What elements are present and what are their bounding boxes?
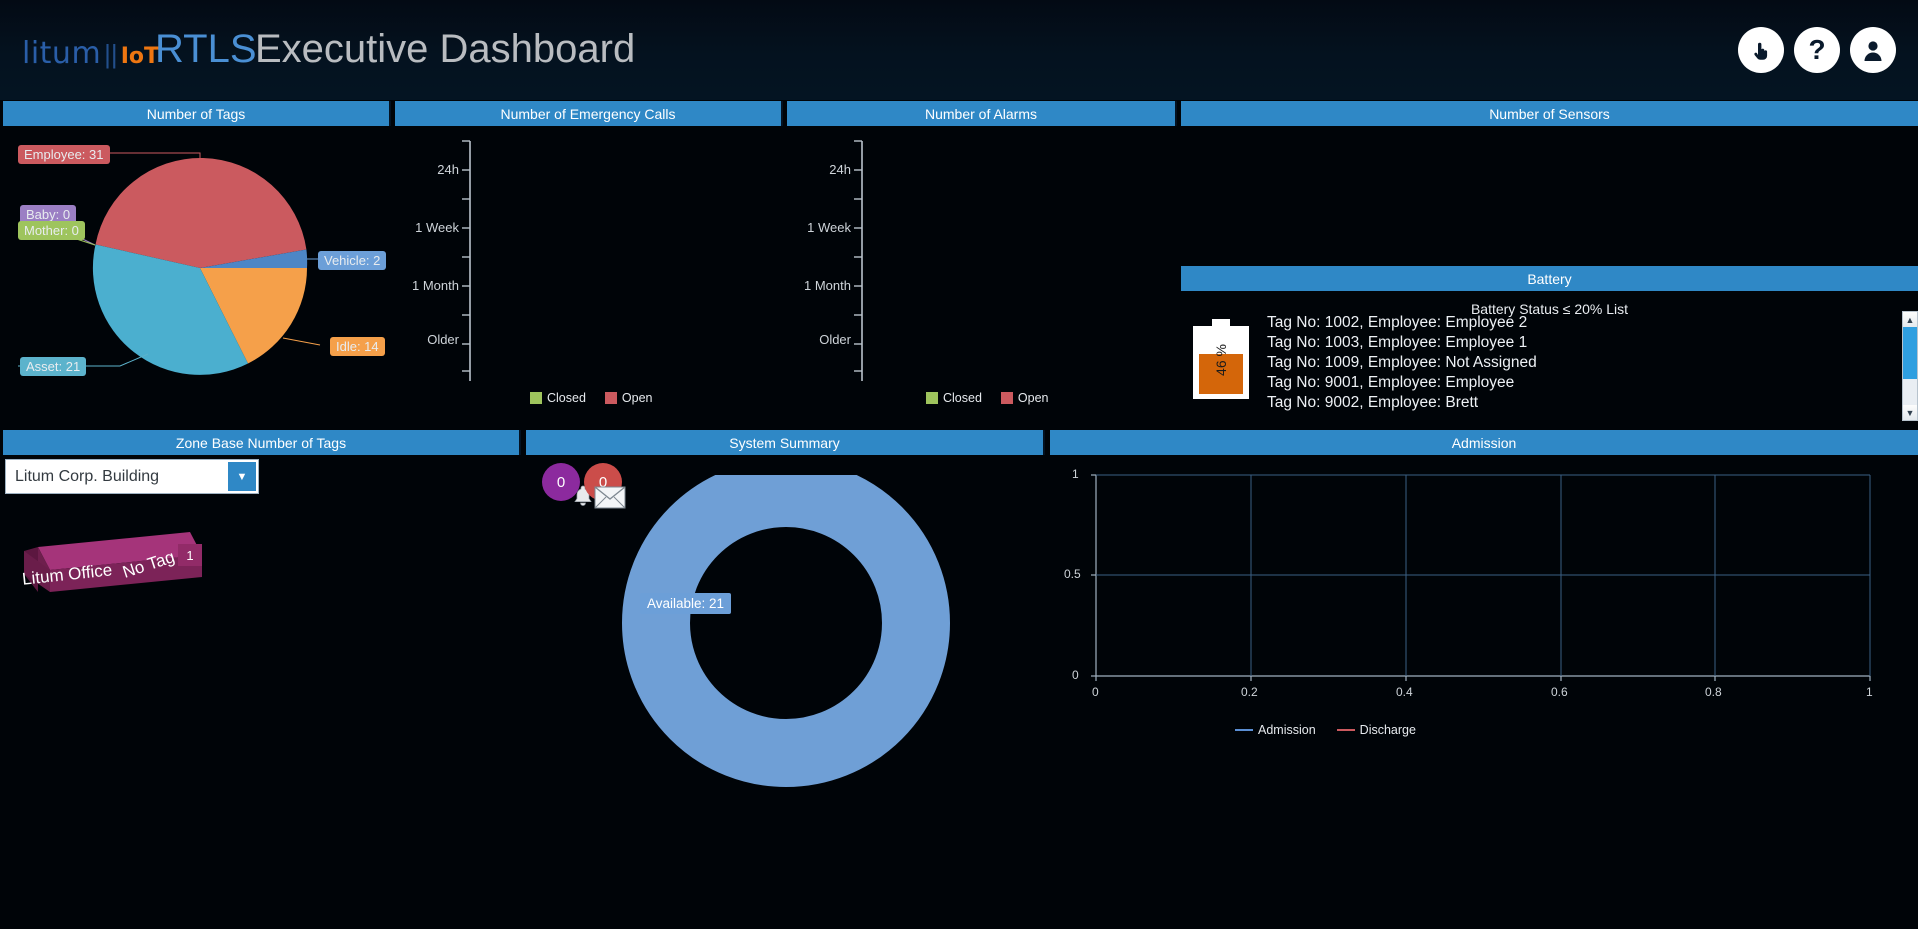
system-summary-panel: 0 0 Available: 21 [526, 455, 1045, 929]
chevron-down-icon[interactable]: ▼ [228, 462, 256, 491]
legend-line-discharge [1336, 728, 1355, 732]
legend-item-admission: Admission [1235, 723, 1316, 737]
battery-list-scrollbar[interactable]: ▲ ▼ [1902, 311, 1918, 421]
donut-tooltip: Available: 21 [640, 593, 732, 614]
app-header: litum || IoT RTLS Executive Dashboard ? [0, 0, 1918, 100]
alarms-ytick-1month: 1 Month [804, 278, 851, 293]
logo-iot-text: IoT [120, 44, 159, 69]
emergency-calls-panel: 24h 1 Week 1 Month Older Closed Open [395, 126, 783, 426]
alarms-ytick-1week: 1 Week [807, 220, 851, 235]
zone-building-select[interactable]: Litum Corp. Building ▼ [5, 459, 259, 494]
pie-label-mother: Mother: 0 [18, 221, 85, 240]
page-title: Executive Dashboard [255, 27, 636, 71]
legend-line-admission [1235, 728, 1253, 732]
dashboard-root: litum || IoT RTLS Executive Dashboard ? [0, 0, 1918, 929]
legend-swatch-closed [926, 392, 938, 404]
legend-item-open: Open [604, 391, 653, 405]
legend-item-closed: Closed [926, 391, 982, 405]
admission-xtick-0-4: 0.4 [1396, 685, 1413, 699]
header-icon-group: ? [1738, 27, 1896, 73]
emergency-legend: Closed Open [530, 391, 653, 405]
admission-panel: 1 0.5 0 0 0.2 0.4 0.6 0.8 1 Admission Di… [1050, 455, 1918, 929]
alert-count-value: 0 [556, 473, 566, 491]
battery-percent-label: 46 % [1212, 344, 1229, 376]
scrollbar-down-arrow[interactable]: ▼ [1903, 405, 1917, 420]
panel-title-tags: Number of Tags [3, 101, 391, 126]
panel-title-admission: Admission [1050, 430, 1918, 455]
scrollbar-thumb[interactable] [1903, 327, 1917, 379]
admission-xtick-0: 0 [1092, 685, 1099, 699]
panel-title-system-summary: System Summary [526, 430, 1045, 455]
battery-list-item: Tag No: 1002, Employee: Employee 2 [1267, 314, 1528, 331]
battery-panel: Battery Status ≤ 20% List 46 % Tag No: 1… [1181, 291, 1918, 426]
legend-item-open: Open [1000, 391, 1049, 405]
scrollbar-up-arrow[interactable]: ▲ [1903, 312, 1917, 327]
zone-box-count-text: 1 [186, 548, 193, 563]
admission-xtick-0-8: 0.8 [1705, 685, 1722, 699]
pie-label-vehicle: Vehicle: 2 [318, 251, 387, 270]
panel-title-sensors: Number of Sensors [1181, 101, 1918, 126]
emergency-ytick-1month: 1 Month [412, 278, 459, 293]
admission-xtick-0-2: 0.2 [1241, 685, 1258, 699]
battery-percent-wrap: 46 % [1201, 339, 1241, 381]
alarms-ytick-older: Older [819, 332, 851, 347]
panel-title-alarms: Number of Alarms [787, 101, 1177, 126]
legend-label-closed: Closed [547, 391, 586, 405]
emergency-ytick-24h: 24h [437, 162, 459, 177]
emergency-ytick-older: Older [427, 332, 459, 347]
admission-ytick-1: 1 [1072, 467, 1079, 481]
legend-label-discharge: Discharge [1359, 723, 1416, 737]
legend-item-closed: Closed [530, 391, 586, 405]
admission-legend: Admission Discharge [1235, 723, 1416, 737]
alarms-panel: 24h 1 Week 1 Month Older Closed Open [787, 126, 1177, 426]
panel-title-zone-base-tags: Zone Base Number of Tags [3, 430, 521, 455]
legend-label-open: Open [1017, 391, 1049, 405]
legend-swatch-closed [530, 392, 542, 404]
battery-list-item: Tag No: 1009, Employee: Not Assigned [1267, 354, 1537, 371]
battery-list-item: Tag No: 9002, Employee: Brett [1267, 394, 1479, 411]
pie-label-idle: Idle: 14 [330, 337, 385, 356]
logo-litum-text: litum [22, 36, 102, 71]
battery-list-item: Tag No: 9001, Employee: Employee [1267, 374, 1515, 391]
battery-icon: 46 % [1193, 319, 1249, 399]
legend-label-open: Open [621, 391, 653, 405]
zone-building-value: Litum Corp. Building [15, 467, 160, 485]
zone-panel: Litum Corp. Building ▼ 1 Litum Office No… [0, 455, 521, 929]
pie-label-employee: Employee: 31 [18, 145, 110, 164]
litum-logo[interactable]: litum || IoT [22, 36, 159, 71]
admission-chart[interactable] [1050, 455, 1918, 755]
legend-label-admission: Admission [1258, 723, 1316, 737]
tags-pie-panel: Employee: 31 Baby: 0 Mother: 0 Vehicle: … [0, 126, 392, 426]
legend-swatch-open [604, 392, 617, 404]
admission-ytick-0: 0 [1072, 668, 1079, 682]
legend-item-discharge: Discharge [1336, 723, 1416, 737]
system-summary-donut[interactable] [591, 475, 991, 805]
sensors-panel: Temp °C Humidity RH Control Safety Expec… [1181, 126, 1918, 266]
product-name: RTLS [155, 27, 257, 71]
battery-list-item: Tag No: 1003, Employee: Employee 1 [1267, 334, 1528, 351]
legend-label-closed: Closed [943, 391, 982, 405]
panel-title-emergency-calls: Number of Emergency Calls [395, 101, 783, 126]
user-avatar-icon[interactable] [1850, 27, 1896, 73]
admission-xtick-0-6: 0.6 [1551, 685, 1568, 699]
alarms-legend: Closed Open [926, 391, 1049, 405]
emergency-ytick-1week: 1 Week [415, 220, 459, 235]
pie-label-asset: Asset: 21 [20, 357, 87, 376]
panel-title-battery: Battery [1181, 266, 1918, 291]
question-mark-icon[interactable]: ? [1794, 27, 1840, 73]
battery-list[interactable]: Tag No: 1002, Employee: Employee 2 Tag N… [1267, 313, 1867, 413]
alarms-ytick-24h: 24h [829, 162, 851, 177]
admission-ytick-0-5: 0.5 [1064, 567, 1081, 581]
logo-divider: || [104, 39, 118, 69]
legend-swatch-open [1000, 392, 1013, 404]
hand-pointer-icon[interactable] [1738, 27, 1784, 73]
tags-pie-chart[interactable] [0, 126, 392, 426]
admission-xtick-1: 1 [1866, 685, 1873, 699]
